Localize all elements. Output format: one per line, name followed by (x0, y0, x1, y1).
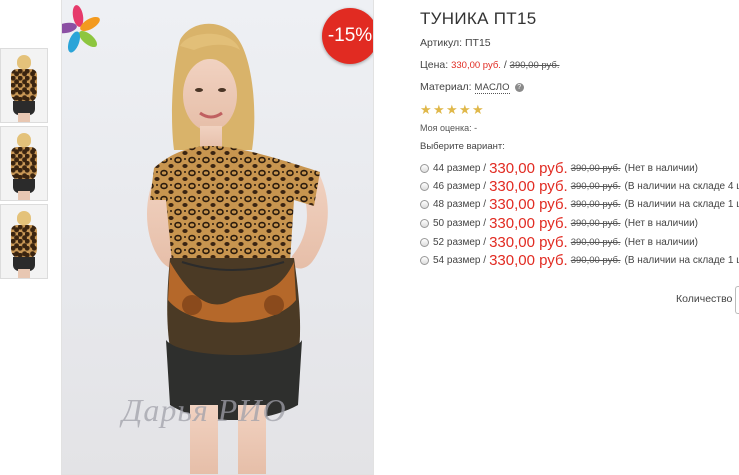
star-icon[interactable]: ★ (446, 103, 458, 116)
star-icon[interactable]: ★ (433, 103, 445, 116)
quantity-input[interactable] (735, 286, 739, 314)
discount-badge: -15% (322, 8, 373, 64)
variant-radio[interactable] (420, 199, 429, 209)
variant-price: 330,00 руб. (489, 177, 568, 195)
rating-stars[interactable]: ★ ★ ★ ★ ★ (420, 103, 484, 116)
variant-old-price: 390,00 руб. (570, 162, 621, 174)
variant-stock: (Нет в наличии) (624, 236, 698, 248)
product-thumbnail[interactable] (0, 126, 48, 201)
variant-size: 52 размер / (433, 236, 487, 248)
variant-size: 48 размер / (433, 198, 487, 210)
quantity-label: Количество (676, 293, 733, 305)
product-thumbnail[interactable] (0, 204, 48, 279)
watermark: Дарья РИО (122, 392, 287, 428)
variant-old-price: 390,00 руб. (570, 236, 621, 248)
variant-old-price: 390,00 руб. (570, 198, 621, 210)
variant-old-price: 390,00 руб. (570, 180, 621, 192)
material-label: Материал: (420, 81, 472, 93)
star-icon[interactable]: ★ (420, 103, 432, 116)
variant-radio[interactable] (420, 237, 429, 247)
variant-stock: (В наличии на складе 1 шт.) (624, 198, 739, 210)
variant-price: 330,00 руб. (489, 251, 568, 269)
variant-price: 330,00 руб. (489, 195, 568, 213)
question-icon[interactable]: ? (514, 82, 524, 92)
variant-stock: (Нет в наличии) (624, 162, 698, 174)
product-thumbnail[interactable] (0, 48, 48, 123)
sku-value: ПТ15 (464, 37, 491, 49)
variant-old-price: 390,00 руб. (570, 217, 621, 229)
variant-old-price: 390,00 руб. (570, 254, 621, 266)
variant-option[interactable]: 44 размер / 330,00 руб. 390,00 руб. (Нет… (420, 159, 698, 177)
price-old: 390,00 руб. (509, 60, 560, 71)
variant-size: 50 размер / (433, 217, 487, 229)
variant-option[interactable]: 48 размер / 330,00 руб. 390,00 руб. (В н… (420, 195, 739, 213)
star-icon[interactable]: ★ (472, 103, 484, 116)
brand-logo (62, 5, 100, 53)
variant-radio[interactable] (420, 218, 429, 228)
star-icon[interactable]: ★ (459, 103, 471, 116)
product-main-image[interactable]: -15% Дарья РИО (61, 0, 374, 475)
variant-stock: (В наличии на складе 1 шт.) (624, 254, 739, 266)
material-row: Материал: МАСЛО ? (420, 81, 524, 94)
material-link[interactable]: МАСЛО (474, 82, 510, 94)
variant-radio[interactable] (420, 163, 429, 173)
price-label: Цена: (420, 59, 449, 71)
variant-size: 46 размер / (433, 180, 487, 192)
price-current: 330,00 руб. (451, 60, 501, 71)
variant-price: 330,00 руб. (489, 214, 568, 232)
variant-stock: (В наличии на складе 4 шт.) (624, 180, 739, 192)
thumbnail-list (0, 48, 48, 282)
product-title: ТУНИКА ПТ15 (420, 9, 537, 28)
variant-option[interactable]: 54 размер / 330,00 руб. 390,00 руб. (В н… (420, 251, 739, 269)
variant-radio[interactable] (420, 181, 429, 191)
variant-stock: (Нет в наличии) (624, 217, 698, 229)
price-row: Цена: 330,00 руб. / 390,00 руб. (420, 59, 559, 71)
rating-label: Моя оценка: - (420, 123, 478, 133)
price-separator: / (503, 59, 507, 71)
variant-option[interactable]: 52 размер / 330,00 руб. 390,00 руб. (Нет… (420, 233, 698, 251)
variant-radio[interactable] (420, 255, 429, 265)
sku-label: Артикул: (420, 37, 463, 49)
variant-size: 54 размер / (433, 254, 487, 266)
variant-option[interactable]: 46 размер / 330,00 руб. 390,00 руб. (В н… (420, 177, 739, 195)
variant-price: 330,00 руб. (489, 159, 568, 177)
variant-price: 330,00 руб. (489, 233, 568, 251)
variant-size: 44 размер / (433, 162, 487, 174)
variant-option[interactable]: 50 размер / 330,00 руб. 390,00 руб. (Нет… (420, 214, 698, 232)
sku-row: Артикул: ПТ15 (420, 37, 491, 49)
choose-variant-label: Выберите вариант: (420, 141, 505, 152)
